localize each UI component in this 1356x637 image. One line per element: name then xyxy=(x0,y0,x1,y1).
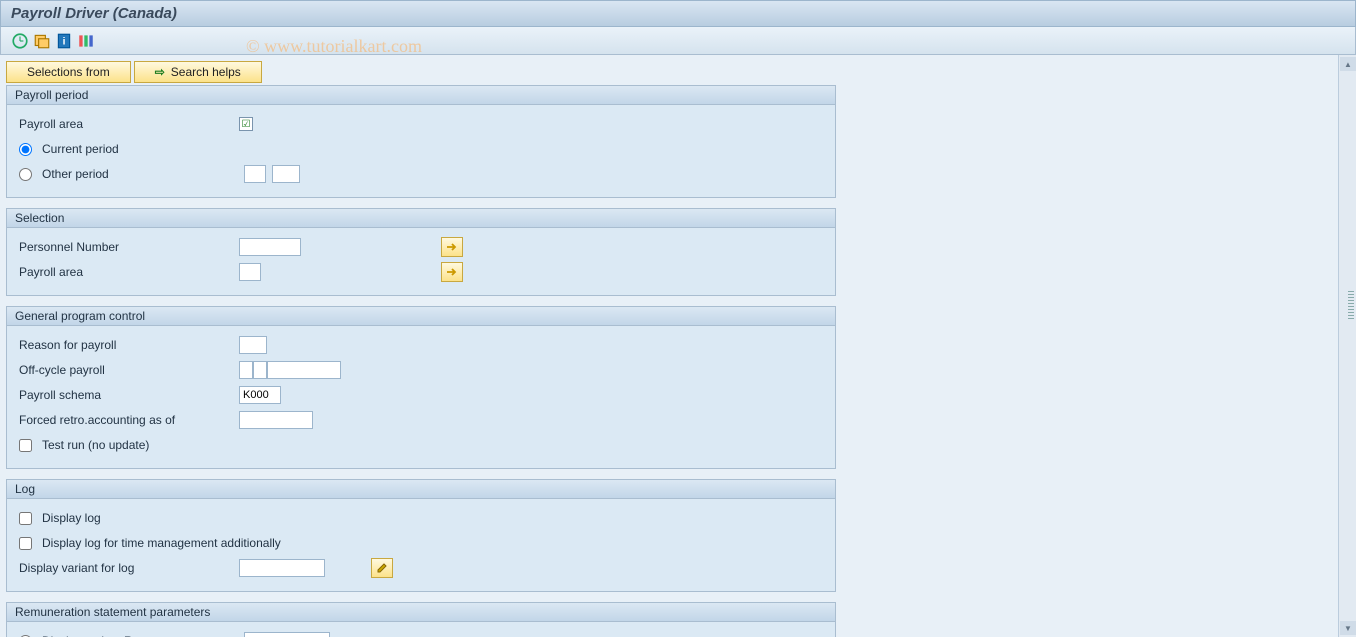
offcycle-label: Off-cycle payroll xyxy=(19,363,239,377)
other-period-label: Other period xyxy=(42,167,238,181)
main-column: Selections from ⇨ Search helps Payroll p… xyxy=(0,55,1338,637)
forced-retro-label: Forced retro.accounting as of xyxy=(19,413,239,427)
multiple-selection-button[interactable] xyxy=(441,237,463,257)
schema-input[interactable] xyxy=(239,386,281,404)
f4-indicator-icon[interactable]: ☑ xyxy=(239,117,253,131)
group-header: Selection xyxy=(7,209,835,228)
arrow-right-icon: ⇨ xyxy=(155,65,165,79)
group-remuneration: Remuneration statement parameters Displa… xyxy=(6,602,836,637)
payroll-area-label: Payroll area xyxy=(19,117,239,131)
main-toolbar: i xyxy=(0,27,1356,55)
window-title-bar: Payroll Driver (Canada) xyxy=(0,0,1356,27)
display-variant-label: Display variant for log xyxy=(19,561,239,575)
content-area: Selections from ⇨ Search helps Payroll p… xyxy=(0,55,1356,637)
group-general-control: General program control Reason for payro… xyxy=(6,306,836,469)
group-header: General program control xyxy=(7,307,835,326)
current-period-radio[interactable] xyxy=(19,143,32,156)
multiple-selection-button[interactable] xyxy=(441,262,463,282)
other-period-radio[interactable] xyxy=(19,168,32,181)
schema-label: Payroll schema xyxy=(19,388,239,402)
display-variant-rem-input[interactable] xyxy=(244,632,330,637)
other-period-field2[interactable] xyxy=(272,165,300,183)
execute-icon[interactable] xyxy=(11,32,29,50)
offcycle-input1[interactable] xyxy=(239,361,253,379)
svg-text:i: i xyxy=(63,36,66,47)
current-period-label: Current period xyxy=(42,142,119,156)
payroll-area-label: Payroll area xyxy=(19,265,239,279)
reason-label: Reason for payroll xyxy=(19,338,239,352)
button-label: Search helps xyxy=(171,65,241,79)
personnel-number-label: Personnel Number xyxy=(19,240,239,254)
test-run-checkbox[interactable] xyxy=(19,439,32,452)
window-title: Payroll Driver (Canada) xyxy=(11,5,177,22)
reason-input[interactable] xyxy=(239,336,267,354)
forced-retro-input[interactable] xyxy=(239,411,313,429)
offcycle-input3[interactable] xyxy=(267,361,341,379)
selections-from-button[interactable]: Selections from xyxy=(6,61,131,83)
test-run-label: Test run (no update) xyxy=(42,438,149,452)
display-variant-input[interactable] xyxy=(239,559,325,577)
group-payroll-period: Payroll period Payroll area ☑ Current pe… xyxy=(6,85,836,198)
display-log-checkbox[interactable] xyxy=(19,512,32,525)
settings-icon[interactable] xyxy=(77,32,95,50)
scroll-grip-icon[interactable] xyxy=(1348,291,1354,319)
group-header: Payroll period xyxy=(7,86,835,105)
button-label: Selections from xyxy=(27,65,110,79)
variants-icon[interactable] xyxy=(33,32,51,50)
display-log-time-label: Display log for time management addition… xyxy=(42,536,281,550)
info-icon[interactable]: i xyxy=(55,32,73,50)
group-header: Log xyxy=(7,480,835,499)
edit-variant-button[interactable] xyxy=(371,558,393,578)
top-button-row: Selections from ⇨ Search helps xyxy=(6,61,1332,83)
other-period-field1[interactable] xyxy=(244,165,266,183)
group-header: Remuneration statement parameters xyxy=(7,603,835,622)
scroll-up-icon[interactable]: ▲ xyxy=(1340,57,1356,71)
offcycle-input2[interactable] xyxy=(253,361,267,379)
group-selection: Selection Personnel Number Payroll area xyxy=(6,208,836,296)
group-log: Log Display log Display log for time man… xyxy=(6,479,836,592)
personnel-number-input[interactable] xyxy=(239,238,301,256)
scroll-down-icon[interactable]: ▼ xyxy=(1340,621,1356,635)
vertical-scrollbar[interactable]: ▲ ▼ xyxy=(1338,55,1356,637)
display-log-label: Display log xyxy=(42,511,101,525)
payroll-area-input[interactable] xyxy=(239,263,261,281)
display-log-time-checkbox[interactable] xyxy=(19,537,32,550)
search-helps-button[interactable]: ⇨ Search helps xyxy=(134,61,262,83)
